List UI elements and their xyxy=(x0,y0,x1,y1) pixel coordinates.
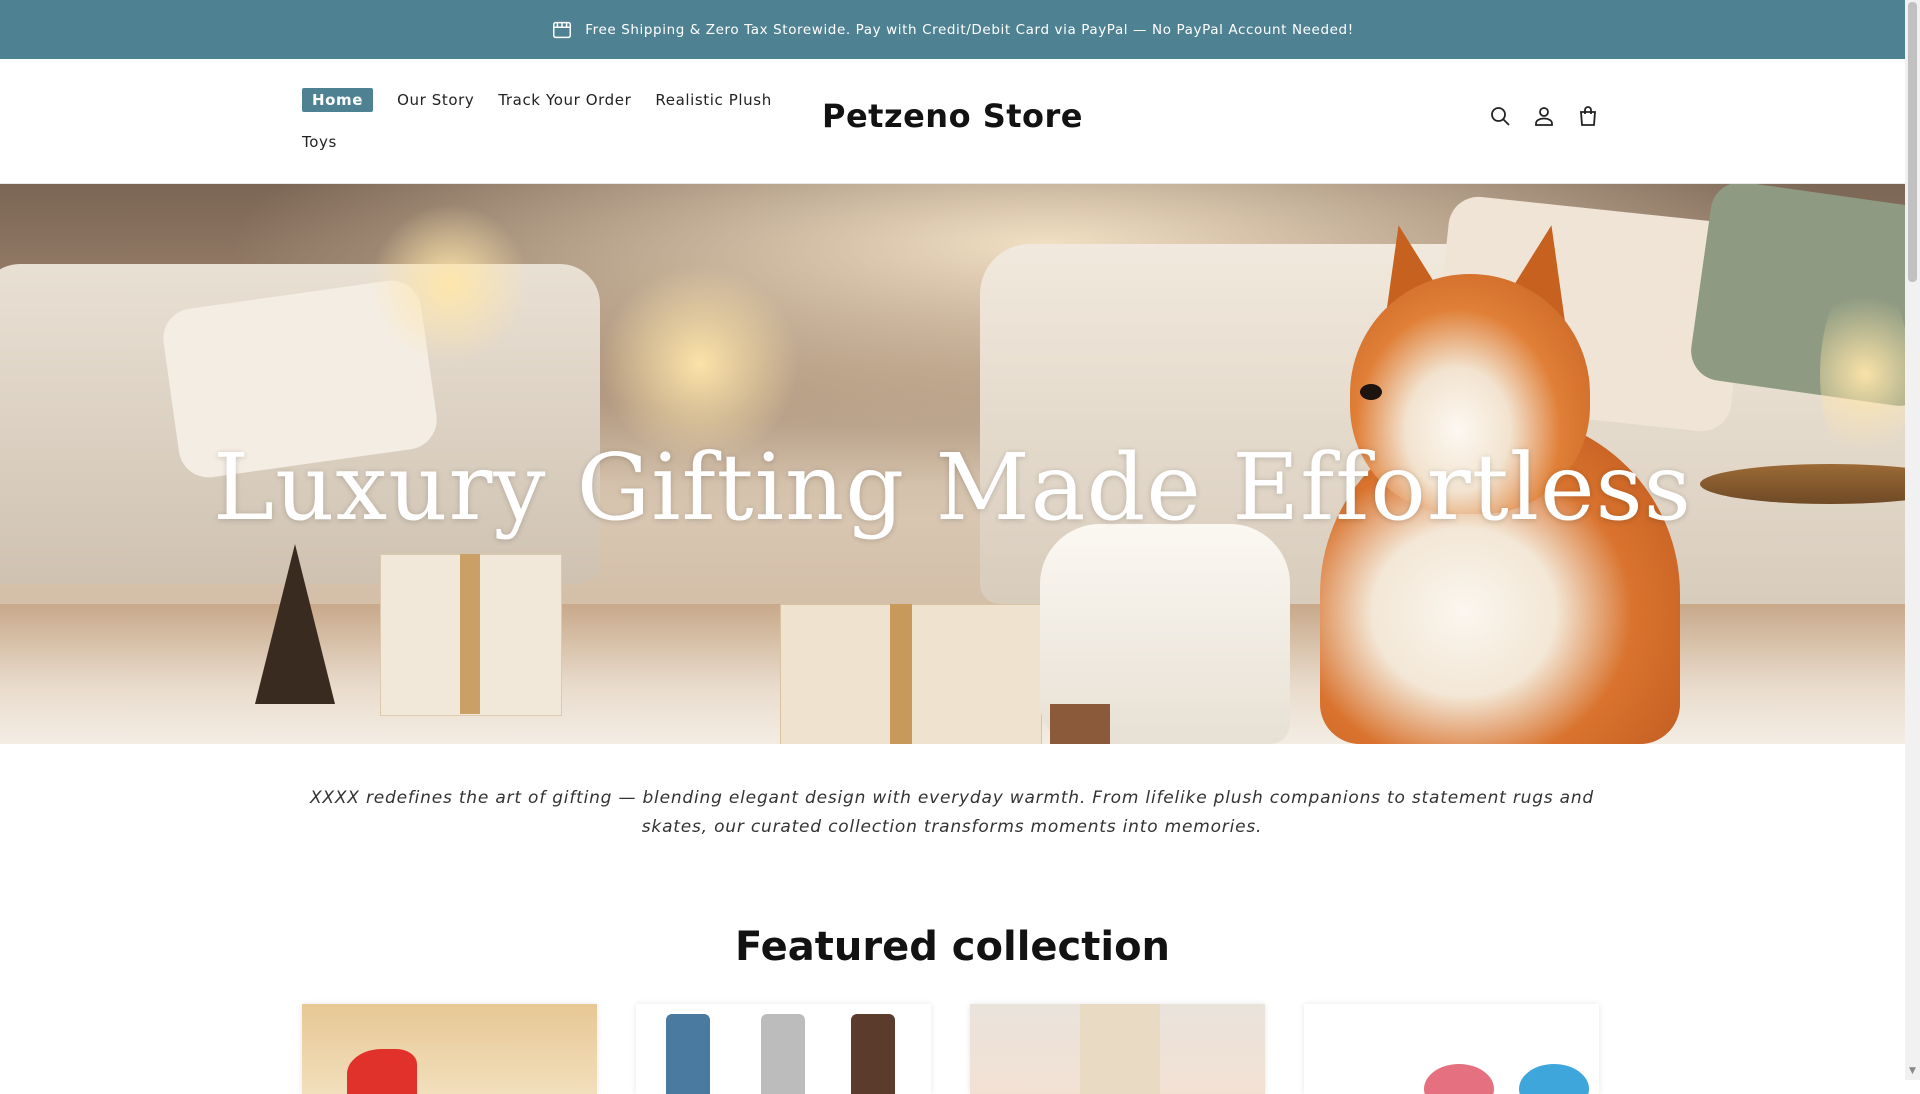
pinecone-illustration xyxy=(255,544,335,704)
scrollbar-thumb[interactable] xyxy=(1908,2,1917,282)
store-icon xyxy=(553,21,572,38)
product-card[interactable] xyxy=(1304,1004,1599,1094)
hero-title: Luxury Gifting Made Effortless xyxy=(213,434,1692,541)
hero-banner[interactable]: Luxury Gifting Made Effortless xyxy=(0,184,1905,744)
gift-ribbon-illustration xyxy=(890,604,912,744)
search-icon[interactable] xyxy=(1488,104,1512,128)
product-image-detail xyxy=(347,1049,417,1094)
cart-icon[interactable] xyxy=(1576,104,1600,128)
announcement-text: Free Shipping & Zero Tax Storewide. Pay … xyxy=(585,21,1354,38)
light-glow xyxy=(370,204,530,364)
intro-text: XXXX redefines the art of gifting — blen… xyxy=(309,788,1595,837)
product-image-detail xyxy=(1080,1004,1160,1094)
fox-nose xyxy=(1360,384,1382,400)
product-card[interactable] xyxy=(970,1004,1265,1094)
featured-collection-title: Featured collection xyxy=(734,924,1171,970)
site-header: Home Our Story Track Your Order Realisti… xyxy=(0,59,1905,184)
product-figure xyxy=(851,1014,895,1094)
skate-heel-illustration xyxy=(1050,704,1110,744)
product-figure xyxy=(761,1014,805,1094)
account-icon[interactable] xyxy=(1532,104,1556,128)
gift-ribbon-illustration xyxy=(460,554,480,714)
scroll-down-arrow-icon[interactable]: ▼ xyxy=(1906,1064,1919,1078)
featured-product-grid xyxy=(302,1004,1599,1094)
product-figure xyxy=(666,1014,710,1094)
announcement-bar: Free Shipping & Zero Tax Storewide. Pay … xyxy=(0,0,1905,59)
product-card[interactable] xyxy=(636,1004,931,1094)
store-logo[interactable]: Petzeno Store xyxy=(0,97,1905,135)
product-card[interactable] xyxy=(302,1004,597,1094)
header-icons xyxy=(1488,104,1600,128)
